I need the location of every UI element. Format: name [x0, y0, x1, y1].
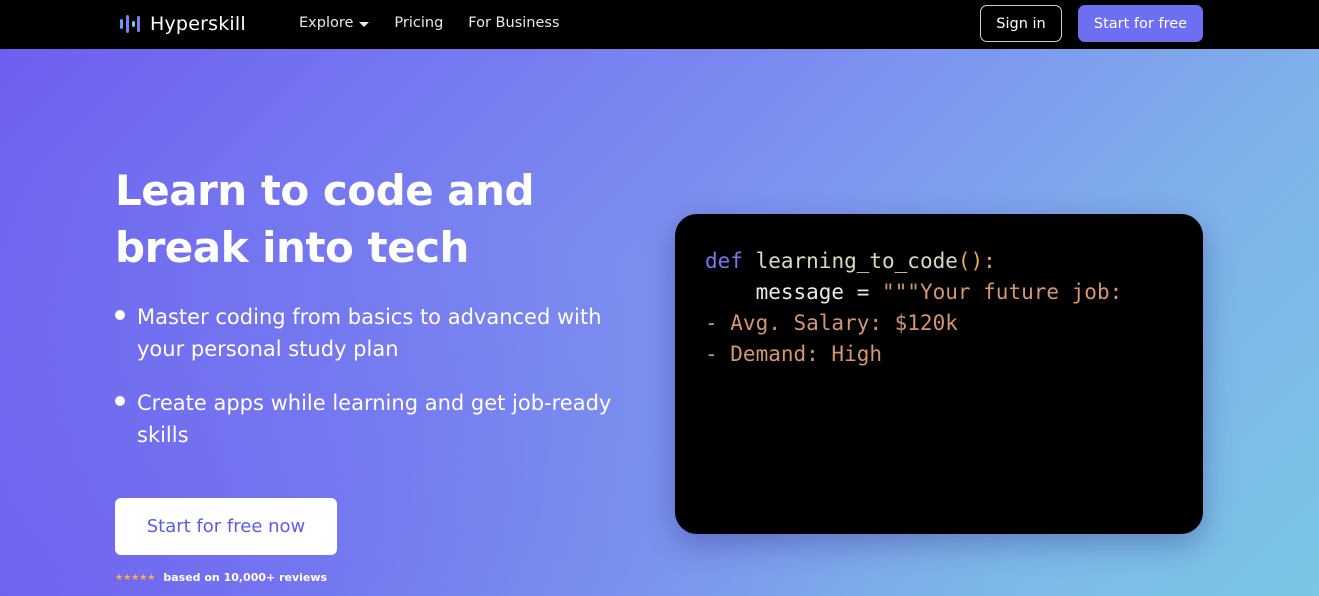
nav-for-business[interactable]: For Business: [468, 15, 559, 31]
bullet-dot-icon: [115, 310, 125, 320]
hero-title: Learn to code and break into tech: [115, 166, 535, 272]
code-line: message = """Your future job:: [705, 277, 1173, 308]
nav-explore-label: Explore: [299, 15, 354, 31]
hero-benefits-list: Master coding from basics to advanced wi…: [115, 301, 655, 473]
sign-in-button[interactable]: Sign in: [980, 5, 1062, 42]
nav-explore[interactable]: Explore: [299, 15, 370, 31]
start-for-free-button[interactable]: Start for free: [1078, 5, 1203, 42]
rating-text: based on 10,000+ reviews: [163, 571, 328, 584]
brand-name: Hyperskill: [150, 13, 246, 35]
code-punctuation: ():: [957, 249, 996, 273]
bullet-dot-icon: [115, 396, 125, 406]
code-snippet-card: def learning_to_code(): message = """You…: [675, 214, 1203, 534]
code-line: - Avg. Salary: $120k: [705, 311, 958, 335]
nav-pricing[interactable]: Pricing: [394, 15, 443, 31]
top-navigation-bar: Hyperskill Explore Pricing For Business …: [0, 0, 1319, 49]
brand-logo-link[interactable]: Hyperskill: [118, 10, 246, 38]
code-line: def learning_to_code():: [705, 246, 1173, 277]
code-keyword: def: [705, 249, 743, 273]
main-nav: Explore Pricing For Business: [299, 12, 560, 34]
star-rating-icon: ★★★★★: [115, 572, 156, 583]
caret-down-icon: [359, 21, 370, 27]
code-function-name: learning_to_code: [755, 249, 958, 273]
code-line: - Demand: High: [705, 342, 883, 366]
code-assignment: message =: [705, 280, 883, 304]
list-item: Create apps while learning and get job-r…: [115, 387, 655, 451]
benefit-text: Create apps while learning and get job-r…: [137, 391, 612, 447]
list-item: Master coding from basics to advanced wi…: [115, 301, 655, 365]
hyperskill-logo-icon: [120, 15, 140, 33]
code-string: """Your future job:: [882, 280, 1123, 304]
reviews-rating: ★★★★★ based on 10,000+ reviews: [115, 571, 327, 584]
benefit-text: Master coding from basics to advanced wi…: [137, 305, 602, 361]
start-for-free-now-button[interactable]: Start for free now: [115, 498, 337, 555]
